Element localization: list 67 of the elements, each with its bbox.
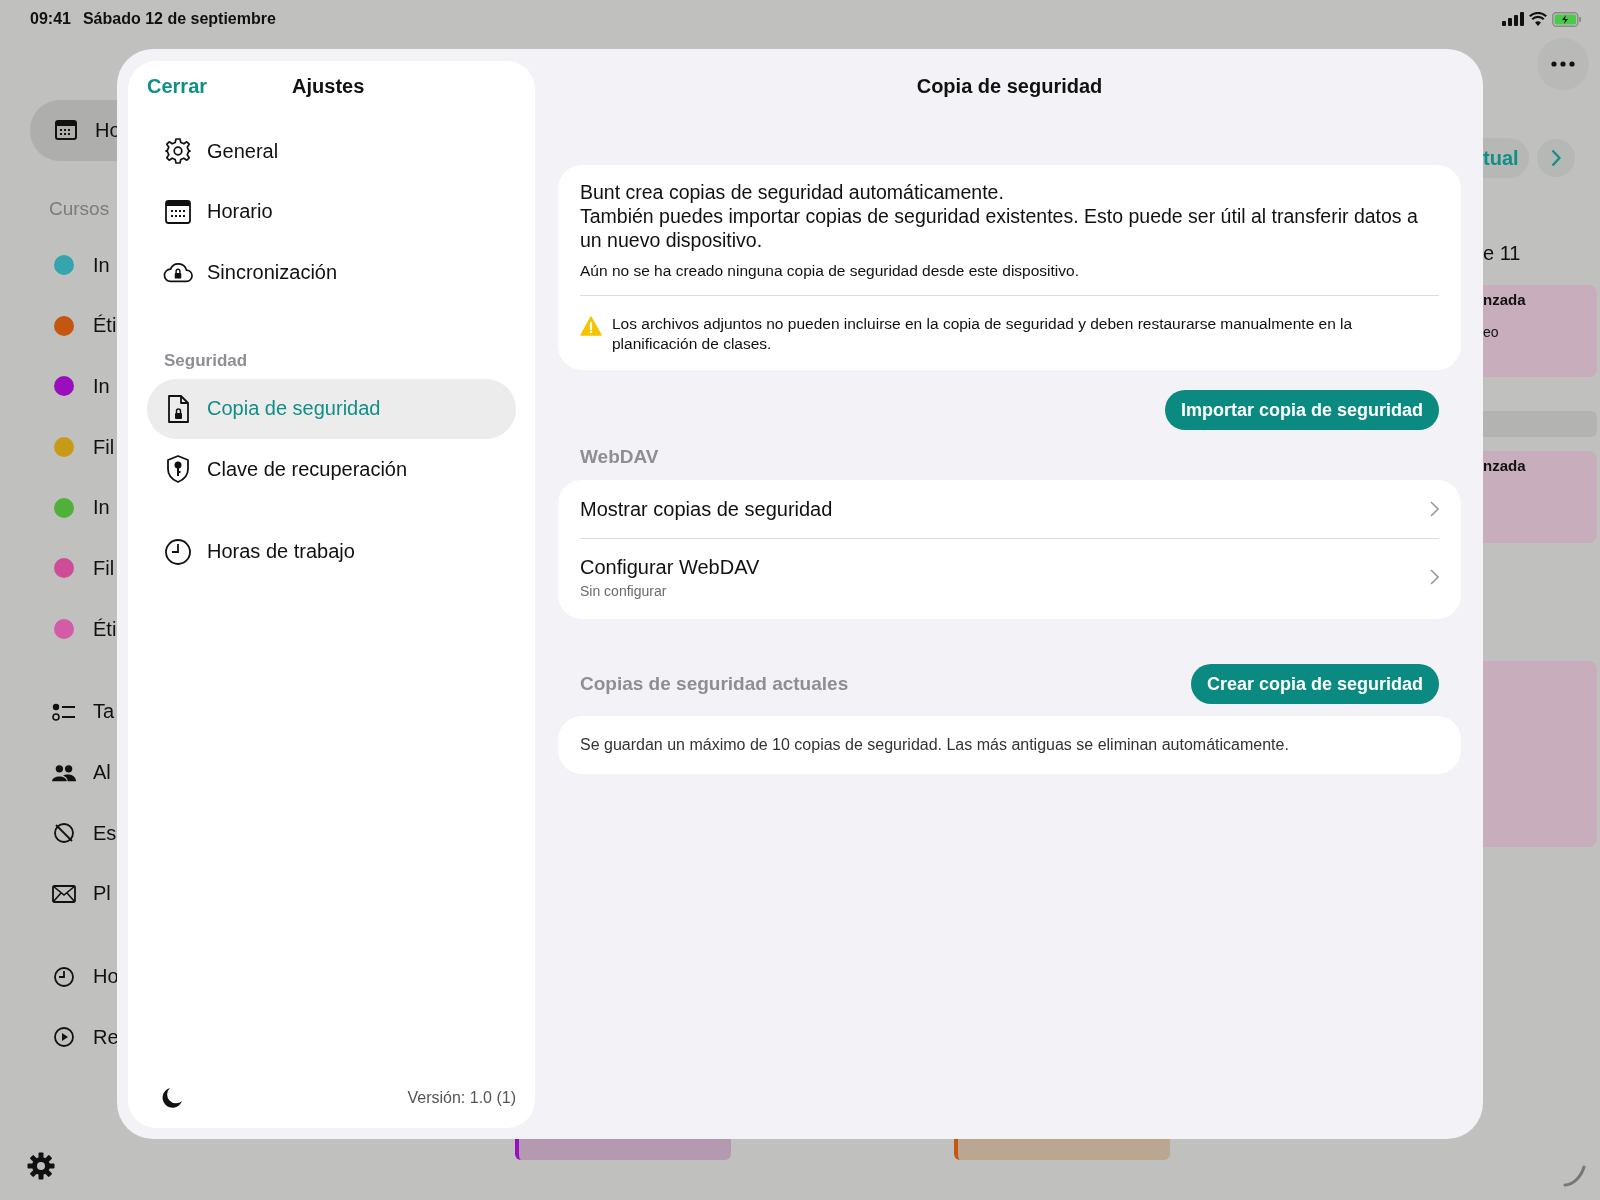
- status-time: 09:41: [30, 10, 71, 28]
- section-header: Copias de seguridad actuales: [580, 673, 849, 695]
- warning-icon: [580, 316, 602, 336]
- course-item[interactable]: Éti: [0, 598, 117, 660]
- people-icon: [52, 763, 76, 782]
- list-row[interactable]: Configurar WebDAV Sin configurar: [580, 538, 1439, 619]
- settings-nav-item[interactable]: Clave de recuperación: [147, 439, 516, 500]
- row-title: Mostrar copias de seguridad: [580, 497, 833, 521]
- settings-nav-item[interactable]: Horario: [147, 181, 516, 242]
- row-title: Configurar WebDAV: [580, 555, 760, 579]
- settings-nav-item[interactable]: Horas de trabajo: [147, 521, 516, 582]
- note-text: Se guardan un máximo de 10 copias de seguridad. Las más antiguas se eliminan automáticamente.: [580, 736, 1290, 754]
- chevron-icon: [1430, 501, 1439, 517]
- info-text: Bunt crea copias de seguridad automáticamente.: [580, 180, 1005, 204]
- more-button[interactable]: [1537, 38, 1589, 90]
- create-backup-button[interactable]: Crear copia de seguridad: [1190, 664, 1439, 704]
- sidebar-item[interactable]: Pl: [0, 863, 117, 925]
- chevron-icon: [1430, 569, 1439, 585]
- course-item[interactable]: In: [0, 477, 117, 539]
- sidebar-title: Ajustes: [292, 74, 365, 98]
- calendar-icon: [163, 198, 193, 225]
- sidebar-item[interactable]: Ta: [0, 681, 117, 743]
- list-row[interactable]: Mostrar copias de seguridad: [580, 480, 1439, 538]
- section-header: WebDAV: [579, 445, 660, 469]
- clock-icon: [52, 965, 76, 988]
- crossed-circle-icon: [52, 822, 76, 845]
- signal-icon: [1502, 12, 1524, 26]
- import-button[interactable]: Importar copia de seguridad: [1164, 390, 1439, 430]
- dark-mode-button[interactable]: [161, 1087, 183, 1109]
- close-button[interactable]: Cerrar: [147, 74, 208, 98]
- settings-nav-item[interactable]: Sincronización: [147, 242, 516, 303]
- checklist-icon: [52, 701, 76, 722]
- cloud-lock-icon: [163, 260, 193, 285]
- section-header: Cursos: [48, 197, 111, 220]
- clock-icon: [163, 537, 193, 566]
- course-item[interactable]: In: [0, 356, 117, 417]
- play-icon: [52, 1026, 76, 1049]
- battery-icon: [1552, 11, 1582, 27]
- course-item[interactable]: Fil: [0, 538, 117, 599]
- info-text: También puedes importar copias de seguridad existentes. Esto puede ser útil al transferir datos a un nuevo dispositivo.: [580, 204, 1419, 252]
- status-date: Sábado 12 de septiembre: [82, 10, 276, 28]
- wifi-icon: [1529, 12, 1547, 26]
- page-title: Copia de seguridad: [915, 73, 1104, 99]
- chevron-icon: [1550, 149, 1561, 167]
- section-header: Seguridad: [163, 349, 249, 372]
- ellipsis-icon: [1551, 61, 1575, 67]
- sidebar-item[interactable]: Al: [0, 742, 117, 803]
- version-label: Versión: 1.0 (1): [407, 1089, 516, 1107]
- sidebar-item[interactable]: Re: [0, 1006, 117, 1068]
- day-label: e 11: [1483, 242, 1522, 265]
- settings-nav-item[interactable]: General: [147, 121, 516, 182]
- course-item[interactable]: In: [0, 234, 117, 296]
- status-text: Aún no se ha creado ninguna copia de seguridad desde este dispositivo.: [580, 262, 1439, 296]
- warning-text: Los archivos adjuntos no pueden incluirse en la copia de seguridad y deben restaurarse manualmente en la planificación de clases.: [612, 314, 1354, 354]
- envelope-icon: [52, 884, 76, 903]
- moon-icon: [161, 1087, 183, 1109]
- settings-icon: [163, 137, 193, 166]
- course-item[interactable]: Éti: [0, 295, 117, 357]
- course-item[interactable]: Fil: [0, 416, 117, 478]
- settings-icon[interactable]: [27, 1152, 55, 1180]
- sidebar-item[interactable]: Es: [0, 802, 117, 864]
- event-title: nzada: [1483, 291, 1527, 308]
- event-subtitle: eo: [1483, 324, 1500, 340]
- arc-icon: [1563, 1164, 1587, 1188]
- event-title: nzada: [1483, 457, 1527, 474]
- calendar-icon: [54, 120, 78, 141]
- row-subtitle: Sin configurar: [580, 582, 668, 599]
